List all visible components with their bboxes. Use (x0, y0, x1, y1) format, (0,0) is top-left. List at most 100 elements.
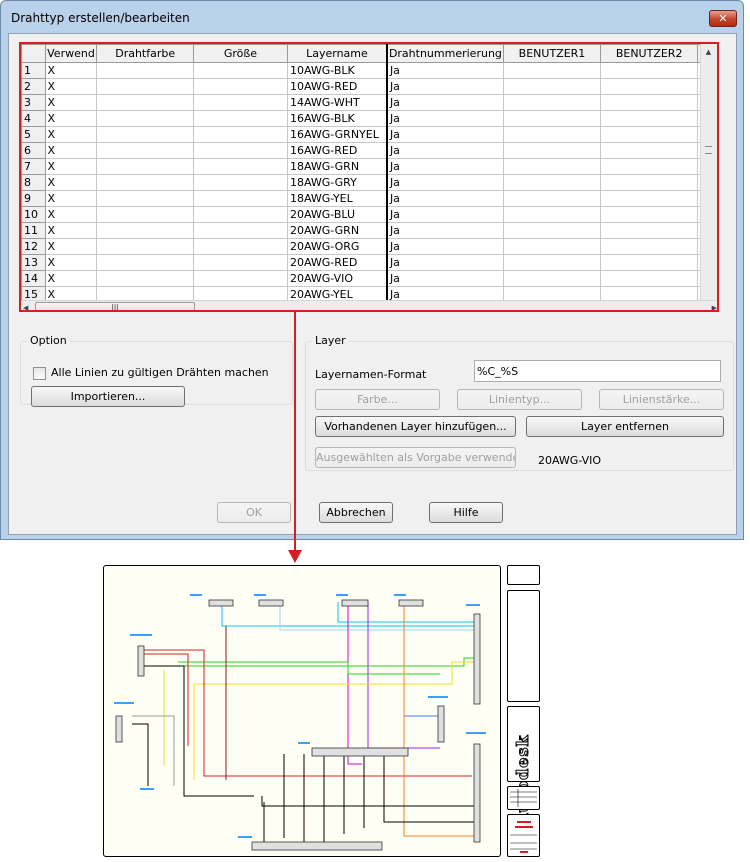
linetype-button[interactable]: Linientyp... (457, 389, 582, 410)
help-button[interactable]: Hilfe (429, 502, 503, 523)
table-cell[interactable] (96, 254, 194, 271)
close-button[interactable]: ✕ (709, 10, 737, 27)
table-cell[interactable] (502, 270, 602, 287)
table-cell[interactable]: Ja (386, 62, 504, 79)
table-cell[interactable]: Ja (386, 206, 504, 223)
column-header-6[interactable]: BENUTZER1 (502, 44, 602, 63)
table-cell[interactable]: Ja (386, 94, 504, 111)
table-cell[interactable] (192, 126, 288, 143)
table-cell[interactable] (600, 286, 699, 300)
table-cell[interactable]: 20AWG-YEL (286, 286, 388, 300)
table-row[interactable]: 3 X 14AWG-WHT Ja (21, 94, 717, 111)
table-cell[interactable] (600, 126, 699, 143)
horizontal-scrollbar[interactable]: ◀ III ▶ (21, 300, 717, 310)
table-cell[interactable] (600, 174, 699, 191)
table-cell[interactable] (96, 62, 194, 79)
table-cell[interactable] (192, 142, 288, 159)
column-header-1[interactable]: Verwend (44, 44, 98, 63)
table-row[interactable]: 4 X 16AWG-BLK Ja (21, 110, 717, 127)
ok-button[interactable]: OK (217, 502, 291, 523)
table-cell[interactable]: X (44, 190, 98, 207)
table-cell[interactable]: Ja (386, 174, 504, 191)
row-number[interactable]: 6 (21, 142, 46, 159)
table-cell[interactable] (502, 222, 602, 239)
table-cell[interactable]: 16AWG-GRNYEL (286, 126, 388, 143)
table-row[interactable]: 7 X 18AWG-GRN Ja (21, 158, 717, 175)
table-cell[interactable]: 18AWG-YEL (286, 190, 388, 207)
table-row[interactable]: 9 X 18AWG-YEL Ja (21, 190, 717, 207)
table-cell[interactable] (600, 206, 699, 223)
table-cell[interactable] (96, 206, 194, 223)
table-cell[interactable] (502, 206, 602, 223)
table-cell[interactable] (502, 78, 602, 95)
scroll-up-icon[interactable]: ▲ (700, 44, 717, 61)
table-cell[interactable]: X (44, 158, 98, 175)
table-cell[interactable] (192, 62, 288, 79)
row-number[interactable]: 9 (21, 190, 46, 207)
table-cell[interactable]: X (44, 126, 98, 143)
row-number[interactable]: 5 (21, 126, 46, 143)
table-cell[interactable] (96, 142, 194, 159)
table-row[interactable]: 1 X 10AWG-BLK Ja (21, 62, 717, 79)
table-row[interactable]: 12 X 20AWG-ORG Ja (21, 238, 717, 255)
color-button[interactable]: Farbe... (315, 389, 440, 410)
table-cell[interactable] (96, 94, 194, 111)
table-cell[interactable] (502, 254, 602, 271)
table-cell[interactable]: 10AWG-RED (286, 78, 388, 95)
table-cell[interactable]: Ja (386, 78, 504, 95)
table-cell[interactable]: X (44, 62, 98, 79)
import-button[interactable]: Importieren... (31, 386, 185, 407)
table-cell[interactable]: X (44, 206, 98, 223)
table-cell[interactable] (600, 78, 699, 95)
table-cell[interactable] (600, 190, 699, 207)
table-cell[interactable] (502, 142, 602, 159)
scroll-right-icon[interactable]: ▶ (712, 301, 717, 310)
table-cell[interactable]: X (44, 174, 98, 191)
table-row[interactable]: 14 X 20AWG-VIO Ja (21, 270, 717, 287)
add-layer-button[interactable]: Vorhandenen Layer hinzufügen... (315, 416, 516, 437)
table-cell[interactable]: X (44, 222, 98, 239)
table-cell[interactable] (600, 270, 699, 287)
table-cell[interactable] (502, 126, 602, 143)
table-cell[interactable]: X (44, 94, 98, 111)
table-row[interactable]: 11 X 20AWG-GRN Ja (21, 222, 717, 239)
row-number[interactable]: 2 (21, 78, 46, 95)
column-header-4[interactable]: Layername (286, 44, 388, 63)
table-cell[interactable] (600, 254, 699, 271)
table-cell[interactable] (502, 158, 602, 175)
table-cell[interactable]: X (44, 238, 98, 255)
table-cell[interactable] (600, 238, 699, 255)
layer-format-input[interactable] (474, 360, 721, 382)
table-cell[interactable]: X (44, 142, 98, 159)
horizontal-scroll-thumb[interactable]: III (35, 302, 195, 310)
table-cell[interactable] (192, 94, 288, 111)
table-cell[interactable] (192, 286, 288, 300)
make-valid-wires-checkbox[interactable] (33, 367, 46, 380)
table-cell[interactable]: Ja (386, 126, 504, 143)
table-cell[interactable]: Ja (386, 270, 504, 287)
table-cell[interactable]: Ja (386, 286, 504, 300)
table-cell[interactable]: 20AWG-BLU (286, 206, 388, 223)
table-cell[interactable]: X (44, 286, 98, 300)
column-header-5[interactable]: Drahtnummerierung (386, 44, 504, 63)
table-cell[interactable] (96, 222, 194, 239)
table-cell[interactable] (192, 174, 288, 191)
table-cell[interactable] (96, 158, 194, 175)
row-number[interactable]: 3 (21, 94, 46, 111)
table-cell[interactable]: Ja (386, 190, 504, 207)
table-row[interactable]: 10 X 20AWG-BLU Ja (21, 206, 717, 223)
table-cell[interactable] (96, 110, 194, 127)
table-cell[interactable] (600, 142, 699, 159)
table-row[interactable]: 13 X 20AWG-RED Ja (21, 254, 717, 271)
column-header-0[interactable] (21, 44, 46, 63)
table-cell[interactable] (96, 190, 194, 207)
row-number[interactable]: 4 (21, 110, 46, 127)
row-number[interactable]: 11 (21, 222, 46, 239)
table-cell[interactable] (600, 94, 699, 111)
table-cell[interactable] (192, 190, 288, 207)
remove-layer-button[interactable]: Layer entfernen (526, 416, 724, 437)
vertical-scrollbar[interactable]: ▲ (700, 44, 717, 300)
table-cell[interactable] (502, 110, 602, 127)
table-row[interactable]: 15 X 20AWG-YEL Ja (21, 286, 717, 300)
table-cell[interactable] (192, 158, 288, 175)
